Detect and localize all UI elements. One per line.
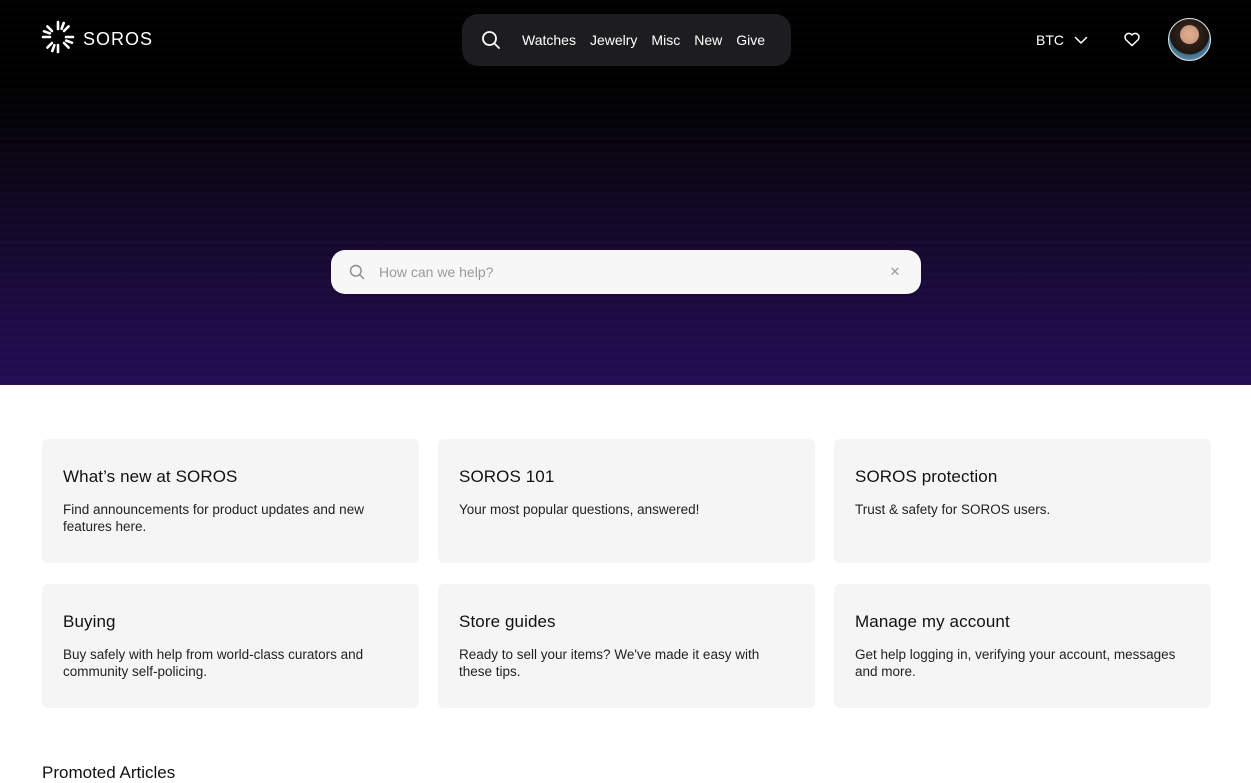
- search-icon: [349, 263, 367, 281]
- brand-name: SOROS: [83, 28, 154, 49]
- category-card-whats-new[interactable]: What’s new at SOROS Find announcements f…: [42, 439, 419, 563]
- heart-icon[interactable]: [1122, 30, 1142, 50]
- hero-banner: SOROS Watches Jewelry Misc New Give BTC: [0, 0, 1251, 385]
- category-card-buying[interactable]: Buying Buy safely with help from world-c…: [42, 584, 419, 708]
- card-title: What’s new at SOROS: [63, 467, 238, 486]
- card-title: SOROS 101: [459, 467, 555, 486]
- category-card-protection[interactable]: SOROS protection Trust & safety for SORO…: [834, 439, 1211, 563]
- nav-link-misc[interactable]: Misc: [651, 32, 680, 48]
- user-avatar[interactable]: [1168, 18, 1211, 61]
- card-title: Manage my account: [855, 612, 1010, 631]
- card-description: Find announcements for product updates a…: [63, 502, 364, 534]
- card-title: SOROS protection: [855, 467, 998, 486]
- help-categories-grid: What’s new at SOROS Find announcements f…: [42, 439, 1211, 708]
- help-search-bar: ✕: [331, 250, 921, 294]
- category-card-store-guides[interactable]: Store guides Ready to sell your items? W…: [438, 584, 815, 708]
- category-card-manage-account[interactable]: Manage my account Get help logging in, v…: [834, 584, 1211, 708]
- search-icon[interactable]: [480, 29, 502, 51]
- chevron-down-icon: [1074, 32, 1088, 48]
- nav-link-give[interactable]: Give: [736, 32, 765, 48]
- close-icon[interactable]: ✕: [887, 264, 903, 280]
- sunburst-logo-icon: [41, 20, 75, 59]
- category-card-soros-101[interactable]: SOROS 101 Your most popular questions, a…: [438, 439, 815, 563]
- card-description: Your most popular questions, answered!: [459, 502, 700, 517]
- promoted-articles-heading: Promoted Articles: [42, 763, 176, 782]
- nav-link-watches[interactable]: Watches: [522, 32, 576, 48]
- currency-label: BTC: [1036, 31, 1064, 48]
- nav-link-jewelry[interactable]: Jewelry: [590, 32, 637, 48]
- card-description: Buy safely with help from world-class cu…: [63, 647, 364, 679]
- main-nav: Watches Jewelry Misc New Give: [462, 14, 791, 66]
- brand-logo[interactable]: SOROS: [41, 20, 154, 59]
- currency-selector[interactable]: BTC: [1036, 32, 1088, 48]
- card-description: Trust & safety for SOROS users.: [855, 502, 1051, 517]
- card-description: Ready to sell your items? We've made it …: [459, 647, 760, 679]
- help-search-input[interactable]: [379, 264, 887, 280]
- card-title: Buying: [63, 612, 116, 631]
- card-title: Store guides: [459, 612, 556, 631]
- nav-link-new[interactable]: New: [694, 32, 722, 48]
- card-description: Get help logging in, verifying your acco…: [855, 647, 1176, 679]
- header-actions: BTC: [1036, 18, 1211, 61]
